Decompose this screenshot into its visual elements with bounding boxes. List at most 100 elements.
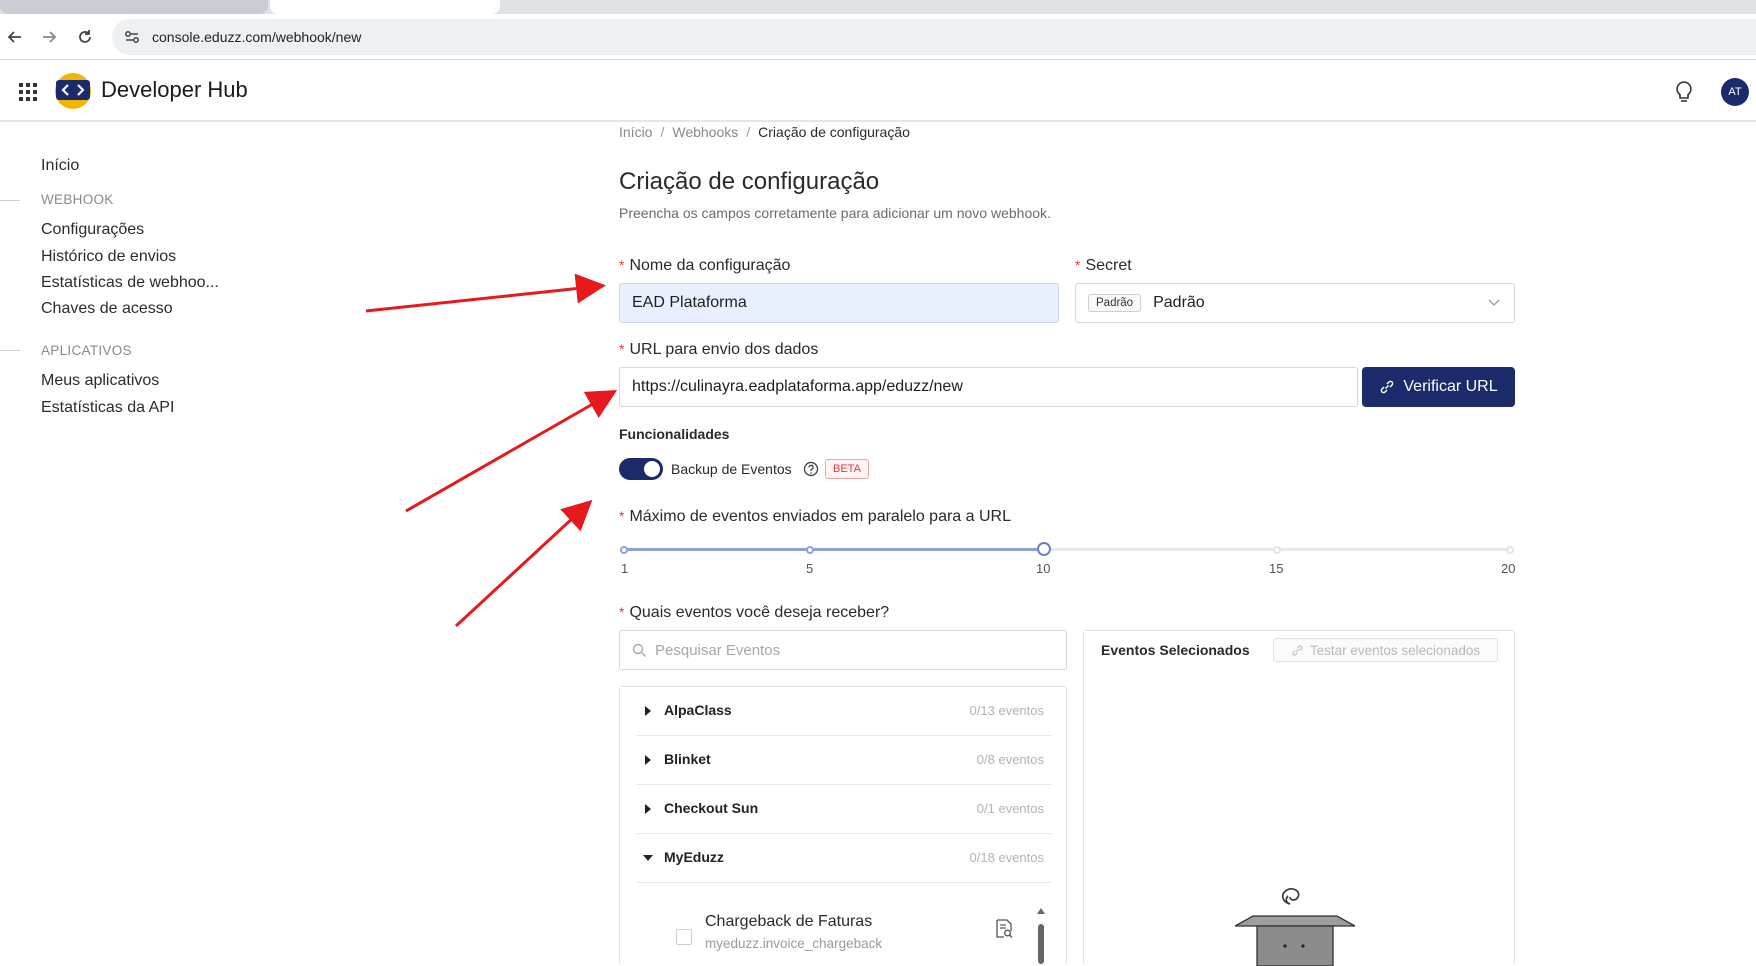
events-list: AlpaClass 0/13 eventos Blinket 0/8 event… [619, 686, 1067, 963]
test-selected-events-button[interactable]: Testar eventos selecionados [1273, 638, 1498, 662]
sidebar-section-webhook: WEBHOOK [41, 192, 114, 207]
browser-tabstrip [0, 0, 1756, 14]
test-selected-events-label: Testar eventos selecionados [1309, 642, 1481, 658]
required-mark: * [619, 508, 625, 524]
annotation-arrow [454, 499, 593, 628]
lightbulb-icon[interactable] [1672, 79, 1696, 105]
sidebar-item-estatisticas-api[interactable]: Estatísticas da API [41, 399, 174, 417]
browser-toolbar: console.eduzz.com/webhook/new [0, 14, 1756, 60]
name-input[interactable]: EAD Plataforma [619, 283, 1059, 323]
slider-tick-label: 15 [1269, 561, 1284, 576]
breadcrumb-separator: / [660, 124, 665, 140]
sidebar-item-meus-aplicativos[interactable]: Meus aplicativos [41, 372, 159, 390]
slider-tick-label: 20 [1501, 561, 1516, 576]
sidebar-item-configuracoes[interactable]: Configurações [41, 221, 144, 239]
selected-events-title: Eventos Selecionados [1101, 642, 1250, 658]
browser-tab[interactable] [0, 0, 268, 14]
breadcrumb-home[interactable]: Início [619, 124, 652, 140]
help-icon[interactable] [803, 461, 819, 477]
toggle-knob [644, 461, 660, 477]
required-mark: * [619, 604, 625, 620]
user-avatar[interactable]: AT [1721, 78, 1749, 106]
parallel-slider-fill [623, 548, 1043, 551]
breadcrumb-webhooks[interactable]: Webhooks [672, 124, 738, 140]
url-input-value: https://culinayra.eadplataforma.app/eduz… [632, 378, 963, 395]
slider-tick-label: 5 [806, 561, 814, 576]
annotation-arrow [405, 390, 618, 513]
secret-select[interactable]: Padrão Padrão [1075, 283, 1515, 323]
parallel-field-label: * Máximo de eventos enviados em paralelo … [619, 508, 1011, 526]
sidebar: Início WEBHOOK Configurações Histórico d… [0, 122, 260, 963]
required-mark: * [1075, 257, 1081, 273]
event-group-alpaclass[interactable]: AlpaClass 0/13 eventos [636, 687, 1052, 736]
event-group-myeduzz[interactable]: MyEduzz 0/18 eventos [636, 834, 1052, 883]
scroll-up-icon[interactable] [1037, 908, 1045, 914]
breadcrumb-current: Criação de configuração [758, 124, 910, 140]
annotation-arrow [365, 273, 606, 313]
scroll-thumb[interactable] [1038, 924, 1044, 964]
address-bar[interactable]: console.eduzz.com/webhook/new [112, 19, 1756, 55]
slider-tick-label: 1 [621, 561, 629, 576]
events-field-label: * Quais eventos você deseja receber? [619, 604, 889, 622]
event-group-name: MyEduzz [664, 849, 724, 865]
event-group-count: 0/18 eventos [969, 850, 1044, 865]
secret-label-text: Secret [1085, 257, 1132, 274]
empty-box-illustration [1235, 888, 1355, 966]
name-input-value: EAD Plataforma [632, 294, 747, 311]
breadcrumb-separator: / [746, 124, 751, 140]
event-group-name: Blinket [664, 751, 711, 767]
slider-mark-dot [806, 546, 814, 554]
event-item-code: myeduzz.invoice_chargeback [705, 936, 883, 951]
page-title: Criação de configuração [619, 168, 880, 195]
events-label-text: Quais eventos você deseja receber? [629, 604, 890, 621]
event-group-blinket[interactable]: Blinket 0/8 eventos [636, 736, 1052, 785]
event-group-count: 0/13 eventos [969, 703, 1044, 718]
sidebar-item-chaves[interactable]: Chaves de acesso [41, 300, 173, 318]
sidebar-section-apps: APLICATIVOS [41, 343, 132, 358]
url-field-label: * URL para envio dos dados [619, 341, 818, 359]
functionalities-label: Funcionalidades [619, 426, 730, 442]
event-group-count: 0/8 eventos [976, 752, 1044, 767]
secret-tag: Padrão [1088, 294, 1142, 312]
parallel-label-text: Máximo de eventos enviados em paralelo p… [629, 508, 1011, 525]
forward-icon[interactable] [34, 22, 64, 52]
brand-title: Developer Hub [101, 77, 248, 102]
backup-toggle[interactable] [619, 458, 663, 480]
event-details-icon[interactable] [995, 919, 1013, 939]
reload-icon[interactable] [70, 22, 100, 52]
sidebar-divider [0, 200, 20, 201]
sidebar-item-home[interactable]: Início [41, 157, 79, 175]
url-input[interactable]: https://culinayra.eadplataforma.app/eduz… [619, 367, 1358, 407]
developer-hub-logo[interactable] [54, 72, 92, 110]
caret-right-icon [645, 755, 651, 765]
slider-tick-label: 10 [1036, 561, 1051, 576]
slider-mark-dot [1273, 546, 1281, 554]
link-icon [1381, 380, 1394, 394]
events-search-input[interactable]: Pesquisar Eventos [619, 630, 1067, 670]
selected-events-panel: Eventos Selecionados Testar eventos sele… [1083, 630, 1515, 966]
verify-url-button[interactable]: Verificar URL [1362, 367, 1515, 407]
parallel-slider-handle[interactable] [1037, 542, 1051, 556]
site-settings-icon[interactable] [122, 27, 142, 47]
avatar-initials: AT [1728, 86, 1742, 98]
address-url: console.eduzz.com/webhook/new [152, 29, 362, 45]
browser-tab-active[interactable] [270, 0, 500, 14]
sidebar-item-estatisticas-webhook[interactable]: Estatísticas de webhoo... [41, 274, 219, 292]
event-checkbox[interactable] [676, 929, 692, 945]
slider-mark-dot [1506, 546, 1514, 554]
event-group-checkout-sun[interactable]: Checkout Sun 0/1 eventos [636, 785, 1052, 834]
apps-grid-icon[interactable] [18, 82, 38, 102]
breadcrumb: Início / Webhooks / Criação de configuração [619, 124, 910, 140]
name-field-label: * Nome da configuração [619, 257, 790, 275]
events-scrollbar[interactable] [1037, 908, 1045, 964]
chevron-down-icon [1488, 299, 1500, 306]
sidebar-item-historico[interactable]: Histórico de envios [41, 248, 176, 266]
sidebar-divider [0, 350, 20, 351]
verify-url-label: Verificar URL [1403, 378, 1498, 395]
search-placeholder: Pesquisar Eventos [655, 641, 781, 659]
slider-mark-dot [620, 546, 628, 554]
required-mark: * [619, 341, 625, 357]
search-icon [632, 643, 646, 657]
link-icon [1292, 644, 1303, 656]
back-icon[interactable] [0, 22, 30, 52]
